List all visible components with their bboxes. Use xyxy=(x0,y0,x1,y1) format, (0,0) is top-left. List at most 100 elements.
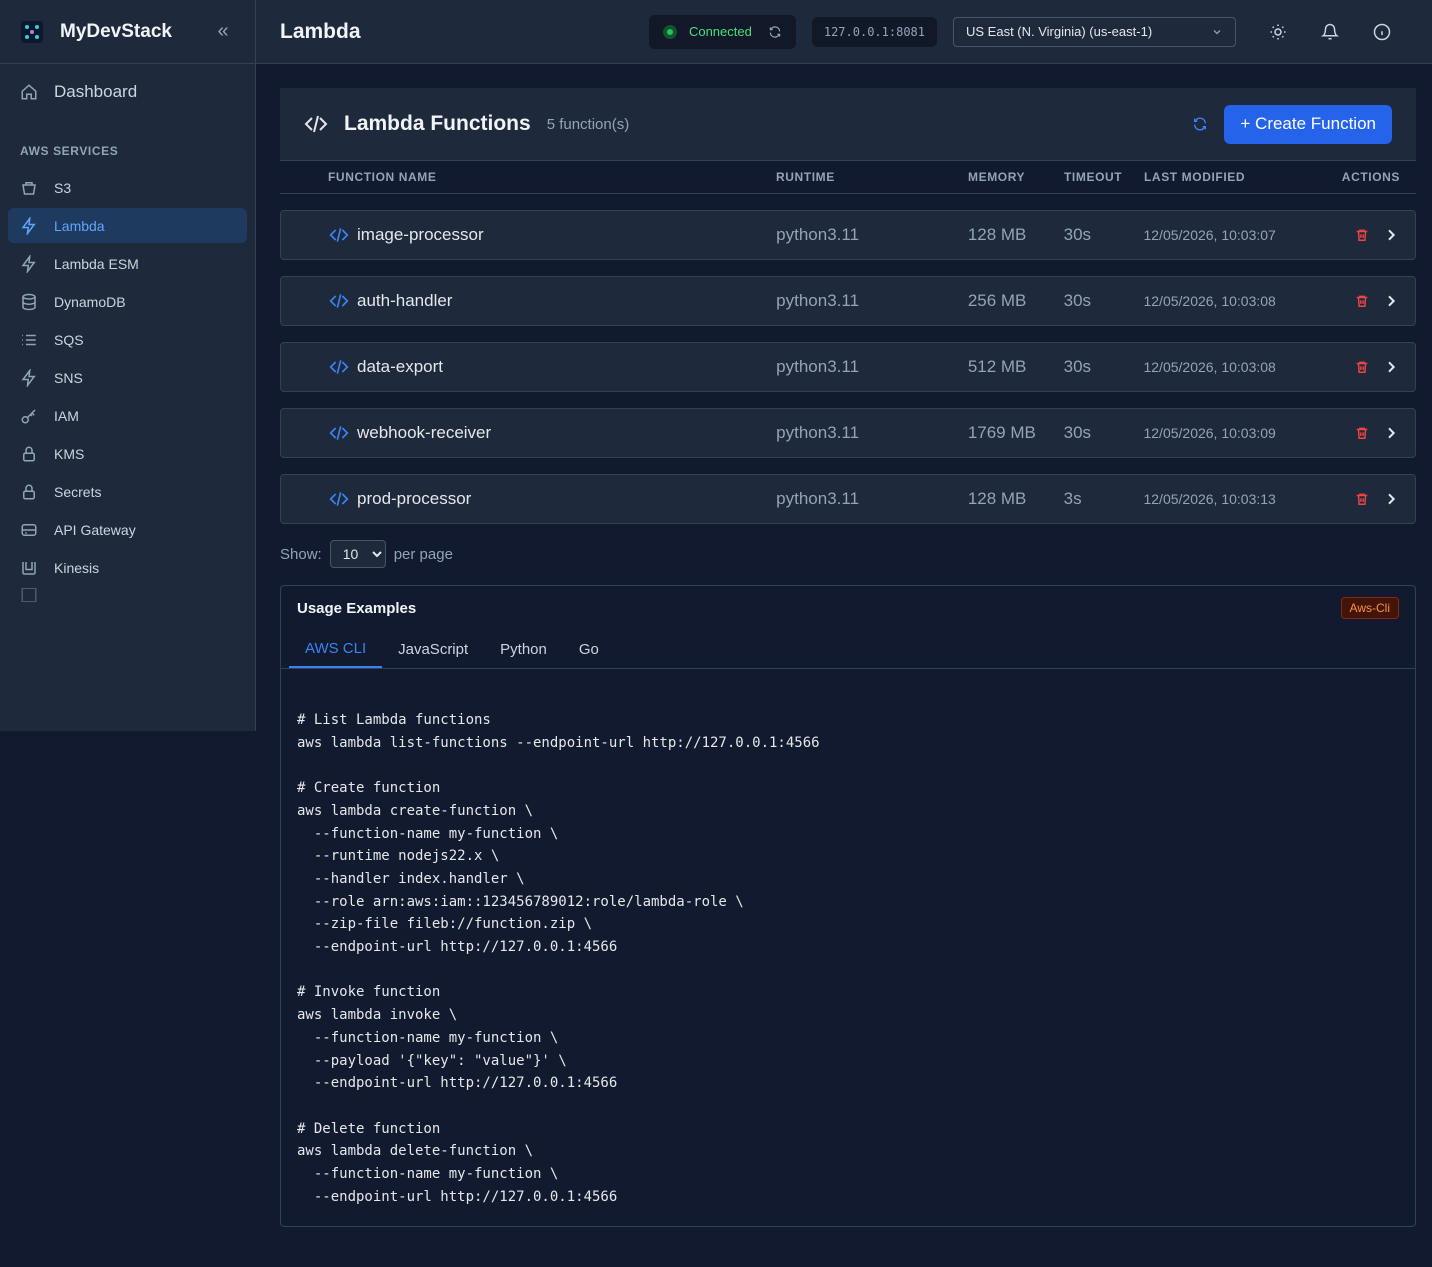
tab-go[interactable]: Go xyxy=(563,630,615,668)
bolt-icon xyxy=(21,368,36,387)
theme-toggle-button[interactable] xyxy=(1252,23,1304,41)
sidebar-item-secrets[interactable]: Secrets xyxy=(8,474,247,509)
trash-icon[interactable] xyxy=(1355,492,1369,506)
sidebar-item-sqs[interactable]: SQS xyxy=(8,322,247,357)
function-name-cell[interactable]: image-processor xyxy=(281,225,776,245)
memory-cell: 1769 MB xyxy=(967,423,1036,442)
table-row[interactable]: image-processor python3.11 128 MB 30s 12… xyxy=(280,210,1416,260)
actions-cell xyxy=(1293,359,1415,375)
sidebar-item-lambda[interactable]: Lambda xyxy=(8,208,247,243)
table-row[interactable]: prod-processor python3.11 128 MB 3s 12/0… xyxy=(280,474,1416,524)
chevron-right-icon[interactable] xyxy=(1383,359,1399,375)
collapse-sidebar-icon[interactable]: « xyxy=(211,20,235,43)
connection-status: Connected xyxy=(648,14,796,49)
chevron-right-icon[interactable] xyxy=(1383,293,1399,309)
sidebar-item-lambda-esm[interactable]: Lambda ESM xyxy=(8,246,247,281)
refresh-icon[interactable] xyxy=(1192,116,1208,132)
timeout-cell: 30s xyxy=(1063,357,1092,376)
sidebar-item-kms[interactable]: KMS xyxy=(8,436,247,471)
trash-icon[interactable] xyxy=(1355,294,1369,308)
sidebar-item-label: Dashboard xyxy=(54,82,138,101)
reconnect-icon[interactable] xyxy=(768,25,782,39)
create-function-button[interactable]: + Create Function xyxy=(1224,104,1392,144)
sidebar-item-label: API Gateway xyxy=(54,521,136,538)
functions-list: image-processor python3.11 128 MB 30s 12… xyxy=(280,210,1416,524)
sidebar-item-dynamodb[interactable]: DynamoDB xyxy=(8,284,247,319)
app-logo-icon xyxy=(21,20,43,43)
table-row[interactable]: webhook-receiver python3.11 1769 MB 30s … xyxy=(280,408,1416,458)
code-example: # List Lambda functions aws lambda list-… xyxy=(297,712,820,1205)
notifications-button[interactable] xyxy=(1304,23,1356,41)
column-header[interactable]: RUNTIME xyxy=(776,170,968,184)
sidebar-item-label: Lambda ESM xyxy=(54,255,139,272)
chevron-down-icon xyxy=(1213,29,1221,34)
functions-title: Lambda Functions xyxy=(344,112,531,135)
table-row[interactable]: auth-handler python3.11 256 MB 30s 12/05… xyxy=(280,276,1416,326)
sidebar-section-label: AWS SERVICES xyxy=(20,144,119,158)
sidebar-item-iam[interactable]: IAM xyxy=(8,398,247,433)
sidebar-item-sns[interactable]: SNS xyxy=(8,360,247,395)
chevron-right-icon[interactable] xyxy=(1383,491,1399,507)
status-dot-icon xyxy=(662,24,677,39)
database-icon xyxy=(22,293,36,310)
memory-cell: 128 MB xyxy=(967,225,1027,244)
sidebar-item-dashboard[interactable]: Dashboard xyxy=(0,64,255,120)
sidebar-item-label: Secrets xyxy=(54,483,102,500)
bucket-icon xyxy=(22,181,36,195)
function-name: prod-processor xyxy=(357,489,472,508)
actions-cell xyxy=(1293,227,1415,243)
code-icon xyxy=(329,294,349,308)
chevron-right-icon[interactable] xyxy=(1383,425,1399,441)
pagination: Show: 10 per page xyxy=(280,540,1416,568)
modified-cell: 12/05/2026, 10:03:08 xyxy=(1143,359,1276,375)
page-title: Lambda xyxy=(280,19,361,43)
app-name: MyDevStack xyxy=(60,20,172,42)
chevron-right-icon[interactable] xyxy=(1383,227,1399,243)
code-icon xyxy=(304,115,328,133)
home-icon xyxy=(21,84,37,100)
table-row[interactable]: data-export python3.11 512 MB 30s 12/05/… xyxy=(280,342,1416,392)
runtime-cell: python3.11 xyxy=(776,423,860,442)
function-name-cell[interactable]: auth-handler xyxy=(281,291,776,311)
sidebar-item-kinesis[interactable]: Kinesis xyxy=(8,550,247,585)
function-name: webhook-receiver xyxy=(357,423,492,442)
tab-aws-cli[interactable]: AWS CLI xyxy=(289,630,383,668)
status-label: Connected xyxy=(688,24,752,39)
list-icon xyxy=(22,334,36,345)
server-icon xyxy=(21,523,37,536)
sidebar-item-cut-off[interactable] xyxy=(8,588,247,602)
endpoint-display: 127.0.0.1:8081 xyxy=(811,16,937,47)
chart-icon xyxy=(21,588,37,602)
runtime-cell: python3.11 xyxy=(776,357,860,376)
region-select[interactable]: US East (N. Virginia) (us-east-1) xyxy=(953,16,1236,47)
function-name-cell[interactable]: data-export xyxy=(281,357,776,377)
sidebar-item-label: Lambda xyxy=(54,217,105,234)
code-icon xyxy=(329,360,349,374)
column-header: ACTIONS xyxy=(1341,170,1400,184)
per-page-select[interactable]: 10 xyxy=(329,540,386,568)
column-header[interactable]: FUNCTION NAME xyxy=(280,170,776,184)
function-name-cell[interactable]: prod-processor xyxy=(281,489,776,509)
runtime-cell: python3.11 xyxy=(776,489,860,508)
sidebar-item-s3[interactable]: S3 xyxy=(8,170,247,205)
tab-python[interactable]: Python xyxy=(484,630,563,668)
function-name: data-export xyxy=(357,357,443,376)
sidebar-item-api-gateway[interactable]: API Gateway xyxy=(8,512,247,547)
trash-icon[interactable] xyxy=(1355,426,1369,440)
bolt-icon xyxy=(21,216,36,235)
modified-cell: 12/05/2026, 10:03:09 xyxy=(1143,425,1276,441)
trash-icon[interactable] xyxy=(1355,360,1369,374)
function-name-cell[interactable]: webhook-receiver xyxy=(281,423,776,443)
tab-javascript[interactable]: JavaScript xyxy=(382,630,484,668)
info-button[interactable] xyxy=(1356,23,1408,41)
column-header[interactable]: MEMORY xyxy=(968,170,1064,184)
sidebar-item-label: S3 xyxy=(54,179,72,196)
sidebar-item-label: SNS xyxy=(54,369,83,386)
language-badge: Aws-Cli xyxy=(1340,597,1399,619)
trash-icon[interactable] xyxy=(1355,228,1369,242)
column-header[interactable]: LAST MODIFIED xyxy=(1144,170,1294,184)
memory-cell: 512 MB xyxy=(967,357,1027,376)
function-count: 5 function(s) xyxy=(546,115,630,133)
column-header[interactable]: TIMEOUT xyxy=(1064,170,1144,184)
runtime-cell: python3.11 xyxy=(776,291,860,310)
